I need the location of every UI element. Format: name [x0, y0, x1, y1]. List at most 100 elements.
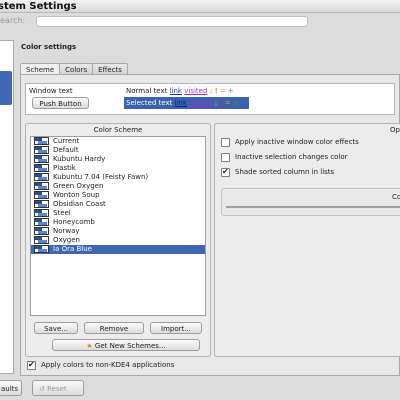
scheme-list[interactable]: Current Default Kubuntu Hardy Plastik Ku…: [30, 136, 206, 316]
preview-active: =: [219, 87, 226, 95]
preview-selected-negative: !: [219, 99, 223, 107]
shade-sorted-column-label: Shade sorted column in lists: [235, 168, 335, 176]
preview-selected-text: Selected text link visited ¡ ! = +: [124, 97, 249, 109]
scheme-item[interactable]: Honeycomb: [31, 218, 205, 227]
preview-positive: +: [227, 87, 234, 95]
title-bar: stem Settings: [0, 0, 400, 13]
import-scheme-button[interactable]: Import...: [150, 322, 202, 334]
tab-colors-label: Colors: [65, 66, 88, 74]
inactive-selection-checkbox[interactable]: Inactive selection changes color: [221, 152, 348, 162]
scheme-swatch-icon: [34, 191, 49, 199]
checkbox-box[interactable]: [221, 167, 230, 177]
scheme-item-label: Ia Ora Blue: [53, 245, 92, 253]
color-preview: Window text Push Button Normal text link…: [25, 83, 395, 115]
category-sidebar[interactable]: [0, 40, 14, 374]
contrast-slider[interactable]: [226, 206, 400, 208]
scheme-item[interactable]: Oxygen: [31, 236, 205, 245]
scheme-item-label: Honeycomb: [53, 218, 95, 226]
remove-scheme-button[interactable]: Remove: [84, 322, 144, 334]
preview-visited: visited: [184, 87, 208, 95]
preview-negative: !: [214, 87, 218, 95]
preview-normal-text: Normal text link visited ¡ ! = +: [126, 87, 234, 95]
options-group: Opti Apply inactive window color effects…: [214, 123, 400, 357]
scheme-item-label: Wonton Soup: [53, 191, 100, 199]
scheme-item[interactable]: Default: [31, 146, 205, 155]
scheme-item[interactable]: Kubuntu 7.04 (Feisty Fawn): [31, 173, 205, 182]
inactive-selection-label: Inactive selection changes color: [235, 153, 348, 161]
preview-selected-neutral: ¡: [214, 99, 218, 107]
preview-selected-visited: visited: [189, 99, 213, 107]
scheme-item-label: Kubuntu Hardy: [53, 155, 106, 163]
apply-inactive-effects-checkbox[interactable]: Apply inactive window color effects: [221, 137, 359, 147]
window-title: stem Settings: [0, 1, 77, 12]
footer-bar: aults ↺ Reset: [0, 376, 400, 400]
scheme-swatch-icon: [34, 164, 49, 172]
scheme-item[interactable]: Norway: [31, 227, 205, 236]
get-new-label: Get New Schemes...: [94, 342, 166, 350]
color-scheme-group: Color Scheme Current Default Kubuntu Har…: [25, 123, 211, 357]
scheme-item-label: Steel: [53, 209, 71, 217]
scheme-swatch-icon: [34, 245, 49, 253]
save-scheme-button[interactable]: Save...: [34, 322, 78, 334]
scheme-item[interactable]: Obsidian Coast: [31, 200, 205, 209]
contrast-group: Cont: [221, 188, 400, 216]
get-new-schemes-button[interactable]: ★ Get New Schemes...: [52, 339, 200, 351]
preview-normal-label: Normal text: [126, 87, 168, 95]
scheme-swatch-icon: [34, 209, 49, 217]
shade-sorted-column-checkbox[interactable]: Shade sorted column in lists: [221, 167, 334, 177]
settings-content: Color settings Scheme Colors Effects Win…: [18, 30, 400, 376]
scheme-swatch-icon: [34, 227, 49, 235]
scheme-swatch-icon: [34, 173, 49, 181]
preview-selected-label: Selected text: [126, 99, 173, 107]
checkbox-box[interactable]: [221, 152, 230, 162]
contrast-label: Cont: [392, 193, 400, 201]
scheme-swatch-icon: [34, 155, 49, 163]
preview-push-button[interactable]: Push Button: [32, 97, 89, 109]
reset-label: Reset: [47, 385, 67, 393]
scheme-item-label: Kubuntu 7.04 (Feisty Fawn): [53, 173, 149, 181]
scheme-swatch-icon: [34, 182, 49, 190]
apply-inactive-effects-label: Apply inactive window color effects: [235, 138, 359, 146]
scheme-item-label: Default: [53, 146, 79, 154]
preview-neutral: ¡: [209, 87, 213, 95]
preview-selected-link: link: [174, 99, 188, 107]
search-input[interactable]: [36, 16, 308, 27]
scheme-item[interactable]: Kubuntu Hardy: [31, 155, 205, 164]
checkbox-box[interactable]: [221, 137, 230, 147]
preview-selected-positive: +: [232, 99, 239, 107]
apply-nonkde-label: Apply colors to non-KDE4 applications: [41, 361, 175, 369]
scheme-item-label: Current: [53, 137, 80, 145]
scheme-item-label: Green Oxygen: [53, 182, 104, 190]
scheme-item-label: Norway: [53, 227, 80, 235]
options-title: Opti: [390, 126, 400, 134]
scheme-swatch-icon: [34, 200, 49, 208]
scheme-item-label: Oxygen: [53, 236, 80, 244]
tab-effects-label: Effects: [98, 66, 122, 74]
search-bar: earch:: [0, 14, 400, 28]
get-new-star-icon: ★: [86, 342, 93, 350]
reset-icon: ↺: [39, 385, 45, 393]
scheme-swatch-icon: [34, 236, 49, 244]
scheme-tab-page: Window text Push Button Normal text link…: [20, 74, 400, 376]
preview-window-text: Window text: [29, 87, 73, 95]
page-title: Color settings: [21, 43, 77, 51]
scheme-item-label: Plastik: [53, 164, 76, 172]
defaults-button[interactable]: aults: [0, 380, 22, 396]
scheme-item[interactable]: Steel: [31, 209, 205, 218]
scheme-swatch-icon: [34, 146, 49, 154]
checkbox-box[interactable]: [27, 360, 36, 370]
sidebar-selected-item[interactable]: [0, 71, 12, 105]
scheme-item[interactable]: Green Oxygen: [31, 182, 205, 191]
preview-link: link: [169, 87, 182, 95]
scheme-item-selected[interactable]: Ia Ora Blue: [31, 245, 205, 254]
tab-scheme-label: Scheme: [26, 66, 55, 74]
scheme-item[interactable]: Plastik: [31, 164, 205, 173]
scheme-item-label: Obsidian Coast: [53, 200, 106, 208]
color-scheme-title: Color Scheme: [93, 126, 143, 134]
scheme-item[interactable]: Wonton Soup: [31, 191, 205, 200]
scheme-item[interactable]: Current: [31, 137, 205, 146]
reset-button[interactable]: ↺ Reset: [32, 380, 84, 396]
apply-nonkde-checkbox[interactable]: Apply colors to non-KDE4 applications: [27, 360, 174, 370]
preview-selected-active: =: [224, 99, 231, 107]
scheme-swatch-icon: [34, 218, 49, 226]
